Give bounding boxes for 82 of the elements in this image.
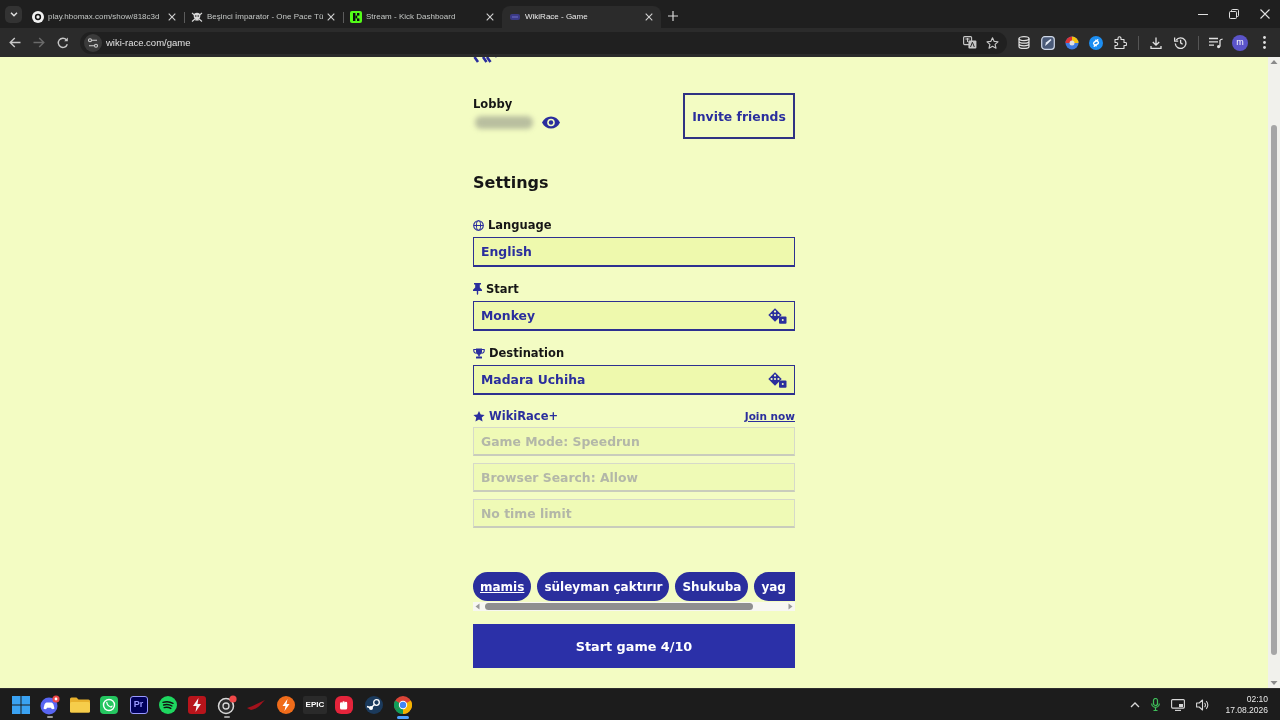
menu-icon[interactable]	[1262, 36, 1266, 49]
tab-search-button[interactable]	[5, 5, 22, 23]
tile-favicon-icon	[509, 11, 521, 23]
star-icon	[473, 410, 485, 422]
vertical-scrollbar[interactable]	[1268, 57, 1280, 688]
ring-app-icon[interactable]	[216, 694, 237, 715]
field-label: Destination	[489, 345, 565, 361]
text-field[interactable]: Madara Uchiha	[473, 365, 795, 395]
clock-date[interactable]: 17.08.2026	[1225, 704, 1268, 716]
history-icon[interactable]	[1173, 36, 1187, 49]
square-favicon-icon	[350, 11, 362, 23]
player-chip: Shukuba	[675, 572, 749, 601]
browser-tab[interactable]: Stream - Kick Dashboard	[343, 6, 502, 28]
bolt-circle-icon[interactable]	[276, 695, 295, 714]
address-bar[interactable]: wiki-race.com/game	[80, 31, 1007, 54]
minimize-icon[interactable]	[1197, 13, 1208, 15]
fist-app-icon[interactable]	[335, 695, 354, 714]
browser-app-icon[interactable]	[394, 695, 413, 714]
clock-time[interactable]: 02:10	[1246, 693, 1268, 705]
settings-heading: Settings	[473, 174, 550, 192]
speaker-icon[interactable]	[1196, 698, 1210, 711]
close-icon[interactable]	[327, 13, 336, 21]
pr-app-tile[interactable]: Pr	[129, 695, 148, 714]
reload-icon[interactable]	[57, 36, 69, 49]
globe-icon	[473, 219, 484, 231]
translate-icon[interactable]	[963, 36, 977, 49]
active-indicator	[397, 716, 410, 719]
horizontal-scrollbar[interactable]	[473, 602, 795, 611]
close-icon[interactable]	[645, 13, 653, 21]
epic-app-tile[interactable]: EPIC	[302, 695, 327, 714]
segmented-circle-icon[interactable]	[1065, 35, 1079, 50]
puzzle-icon[interactable]	[1113, 36, 1127, 49]
game-pad-app-icon[interactable]	[40, 694, 61, 715]
restore-icon[interactable]	[1228, 9, 1239, 19]
running-indicator	[223, 716, 230, 718]
monitor-icon[interactable]	[1171, 698, 1186, 711]
pencil-square-icon[interactable]	[1041, 35, 1055, 50]
folder-icon[interactable]	[69, 696, 90, 713]
microphone-icon[interactable]	[1151, 698, 1161, 711]
phone-bubble-icon[interactable]	[100, 695, 119, 714]
swirl-circle-icon[interactable]	[1089, 35, 1103, 50]
close-window-icon[interactable]	[1259, 9, 1270, 19]
caret-down-icon	[9, 11, 18, 17]
new-tab-icon[interactable]	[668, 11, 678, 21]
dice-icon[interactable]	[768, 371, 787, 388]
four-squares-icon[interactable]	[12, 695, 30, 714]
start-game-button[interactable]: Start game 4/10	[473, 624, 795, 668]
join-now-link[interactable]: Join now	[744, 410, 795, 422]
text-field[interactable]: Monkey	[473, 301, 795, 331]
browser-tab[interactable]: WikiRace - Game	[502, 6, 661, 28]
download-icon[interactable]	[1150, 36, 1162, 49]
dropdown-field[interactable]: English	[473, 237, 795, 267]
redacted-code	[475, 116, 533, 129]
pushpin-icon	[473, 283, 482, 295]
lobby-label: Lobby	[473, 97, 513, 111]
browser-tab[interactable]: Beşinci İmparator - One Pace Tü	[184, 6, 343, 28]
lightning-app-icon[interactable]	[188, 695, 207, 714]
media-queue-icon[interactable]	[1209, 36, 1223, 49]
player-chip: mamis	[473, 572, 532, 601]
key-circle-icon[interactable]	[364, 695, 383, 714]
field-label: Start	[486, 281, 519, 297]
site-info-icon[interactable]	[84, 33, 102, 52]
invite-friends-button[interactable]: Invite friends	[683, 93, 795, 139]
dice-icon[interactable]	[768, 307, 787, 324]
eye-icon[interactable]	[542, 116, 560, 129]
browser-tab[interactable]: play.hbomax.com/show/818c3d	[25, 6, 184, 28]
back-arrow-icon[interactable]	[9, 37, 21, 48]
bookmark-star-icon[interactable]	[986, 36, 999, 49]
profile-avatar[interactable]: m	[1232, 34, 1248, 51]
player-chip: süleyman çaktırır	[537, 572, 670, 601]
wikirace-plus-label: WikiRace+	[489, 408, 559, 424]
disc-favicon-icon	[32, 11, 44, 23]
close-icon[interactable]	[486, 13, 494, 21]
field-label: Language	[488, 217, 552, 233]
caret-up-icon[interactable]	[1130, 701, 1141, 708]
skull-favicon-icon	[191, 11, 203, 23]
trophy-icon	[473, 347, 485, 359]
running-indicator	[47, 716, 54, 718]
stack-icon[interactable]	[1018, 36, 1030, 49]
sound-waves-app-icon[interactable]	[158, 695, 177, 714]
close-icon[interactable]	[168, 13, 176, 21]
player-chip: yag	[754, 572, 795, 601]
